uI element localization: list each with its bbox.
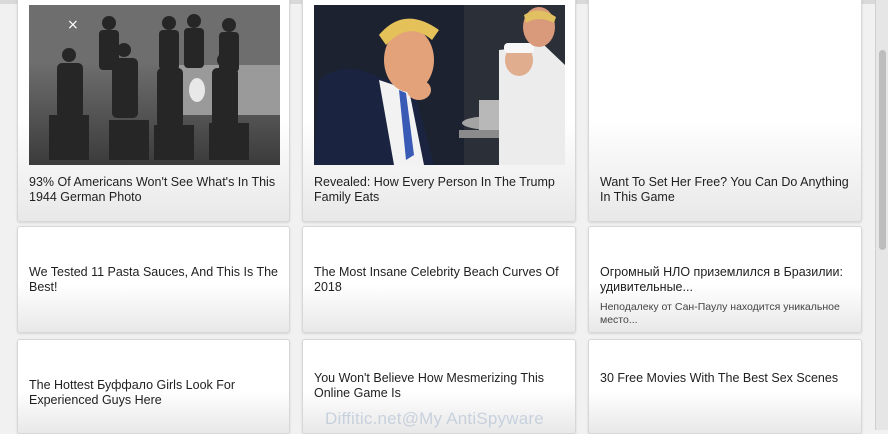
scrollbar-thumb[interactable] [879, 50, 886, 250]
ad-headline: The Hottest Буффало Girls Look For Exper… [29, 378, 235, 407]
vertical-scrollbar[interactable] [875, 0, 888, 430]
ad-card[interactable]: Want To Set Her Free? You Can Do Anythin… [588, 0, 862, 222]
ad-headline: 93% Of Americans Won't See What's In Thi… [29, 175, 276, 204]
ad-card[interactable]: × 93% Of Americans Won't See What's In T… [17, 0, 290, 222]
ad-card[interactable]: 30 Free Movies With The Best Sex Scenes [588, 339, 862, 434]
watermark: Diffitic.net@My AntiSpyware [325, 409, 544, 428]
ad-description: Неподалеку от Сан-Паулу находится уникал… [600, 301, 840, 326]
ad-card[interactable]: Огромный НЛО приземлился в Бразилии: уди… [588, 226, 862, 333]
svg-text:×: × [67, 17, 79, 33]
vintage-soldiers-photo: × [29, 5, 280, 165]
ad-card[interactable]: Revealed: How Every Person In The Trump … [302, 0, 576, 222]
ad-card[interactable]: The Most Insane Celebrity Beach Curves O… [302, 226, 576, 333]
ad-headline: Want To Set Her Free? You Can Do Anythin… [600, 175, 849, 204]
ad-headline: You Won't Believe How Mesmerizing This O… [314, 371, 545, 400]
ad-card[interactable]: The Hottest Буффало Girls Look For Exper… [17, 339, 290, 434]
ad-headline: Revealed: How Every Person In The Trump … [314, 175, 555, 204]
ad-headline: We Tested 11 Pasta Sauces, And This Is T… [29, 265, 278, 294]
ad-headline: 30 Free Movies With The Best Sex Scenes [600, 371, 839, 385]
ad-grid-page: × 93% Of Americans Won't See What's In T… [0, 0, 888, 434]
ad-card[interactable]: We Tested 11 Pasta Sauces, And This Is T… [17, 226, 290, 333]
ad-headline: Огромный НЛО приземлился в Бразилии: уди… [600, 265, 843, 294]
man-eating-with-chef-photo [314, 5, 565, 165]
ad-headline: The Most Insane Celebrity Beach Curves O… [314, 265, 559, 294]
